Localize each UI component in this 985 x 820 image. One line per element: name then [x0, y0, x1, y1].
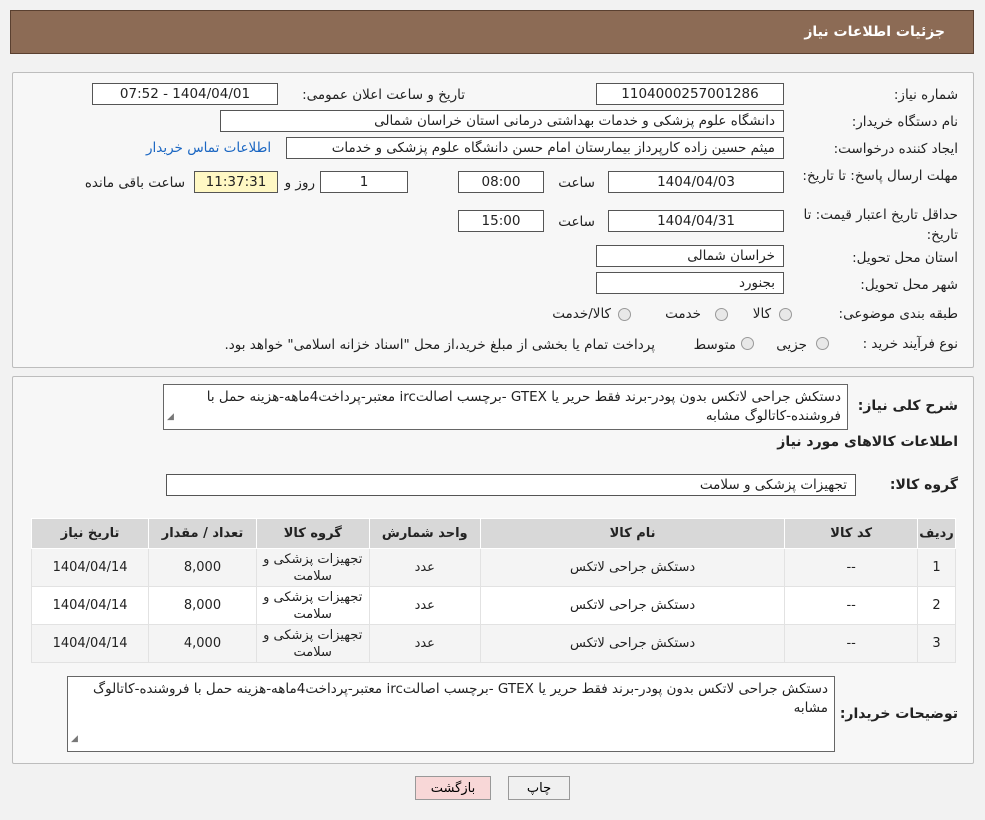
cell-row-number: 3 — [917, 624, 956, 663]
deadline-time-field: 08:00 — [458, 171, 544, 193]
category-radio-goods-service[interactable] — [618, 308, 631, 321]
cell-item-name: دستکش جراحی لاتکس — [479, 548, 786, 587]
cell-item-code: -- — [784, 586, 919, 625]
requester-field: میثم حسین زاده کارپرداز بیمارستان امام ح… — [286, 137, 784, 159]
announce-date-label: تاریخ و ساعت اعلان عمومی: — [302, 87, 465, 103]
requester-label: ایجاد کننده درخواست: — [833, 141, 958, 157]
need-summary-label: شرح کلی نیاز: — [857, 398, 958, 414]
buyer-notes-text: دستکش جراحی لاتکس بدون پودر-برند فقط حری… — [93, 681, 828, 716]
cell-item-group: تجهیزات پزشکی و سلامت — [255, 548, 370, 587]
cell-unit: عدد — [368, 624, 481, 663]
announce-date-field: 1404/04/01 - 07:52 — [92, 83, 278, 105]
price-validity-time-field: 15:00 — [458, 210, 544, 232]
price-validity-date-field: 1404/04/31 — [608, 210, 784, 232]
buyer-org-field: دانشگاه علوم پزشکی و خدمات بهداشتی درمان… — [220, 110, 784, 132]
purchase-type-label: نوع فرآیند خرید : — [862, 336, 958, 352]
purchase-option-minor: جزیی — [776, 337, 807, 353]
items-table: ردیف کد کالا نام کالا واحد شمارش گروه کا… — [30, 518, 956, 663]
cell-unit: عدد — [368, 548, 481, 587]
purchase-note: پرداخت تمام یا بخشی از مبلغ خرید،از محل … — [224, 337, 655, 353]
cell-item-code: -- — [784, 548, 919, 587]
need-number-field: 1104000257001286 — [596, 83, 784, 105]
cell-item-group: تجهیزات پزشکی و سلامت — [255, 624, 370, 663]
buyer-org-label: نام دستگاه خریدار: — [851, 114, 958, 130]
col-quantity: تعداد / مقدار — [148, 518, 257, 549]
days-label: روز و — [284, 175, 315, 191]
page-header: جزئیات اطلاعات نیاز — [10, 10, 974, 54]
col-unit: واحد شمارش — [368, 518, 481, 549]
remaining-label: ساعت باقی مانده — [84, 175, 185, 191]
cell-item-group: تجهیزات پزشکی و سلامت — [255, 586, 370, 625]
goods-group-field: تجهیزات پزشکی و سلامت — [166, 474, 856, 496]
cell-quantity: 8,000 — [148, 548, 257, 587]
buyer-contact-link[interactable]: اطلاعات تماس خریدار — [146, 140, 271, 156]
need-summary-text: دستکش جراحی لاتکس بدون پودر-برند فقط حری… — [206, 389, 841, 424]
print-button[interactable]: چاپ — [508, 776, 570, 800]
goods-group-label: گروه کالا: — [889, 477, 958, 493]
deadline-label: مهلت ارسال پاسخ: تا تاریخ: — [802, 168, 958, 184]
col-item-name: نام کالا — [479, 518, 786, 549]
city-label: شهر محل تحویل: — [860, 277, 958, 293]
cell-row-number: 2 — [917, 586, 956, 625]
resize-handle-icon[interactable]: ◢ — [71, 730, 78, 749]
items-table-header: ردیف کد کالا نام کالا واحد شمارش گروه کا… — [30, 518, 956, 549]
cell-need-date: 1404/04/14 — [30, 586, 150, 625]
buyer-notes-label: توضیحات خریدار: — [839, 706, 958, 722]
col-item-code: کد کالا — [784, 518, 919, 549]
province-label: استان محل تحویل: — [852, 250, 958, 266]
purchase-radio-minor[interactable] — [816, 337, 829, 350]
items-section-title: اطلاعات کالاهای مورد نیاز — [777, 434, 958, 450]
purchase-radio-medium[interactable] — [741, 337, 754, 350]
cell-unit: عدد — [368, 586, 481, 625]
category-radio-goods[interactable] — [779, 308, 792, 321]
category-label: طبقه بندی موضوعی: — [838, 306, 958, 322]
table-row: 1 -- دستکش جراحی لاتکس عدد تجهیزات پزشکی… — [30, 548, 956, 587]
buyer-notes-field: دستکش جراحی لاتکس بدون پودر-برند فقط حری… — [67, 676, 835, 752]
category-option-goods: کالا — [752, 306, 771, 322]
remaining-days-field: 1 — [320, 171, 408, 193]
page-title: جزئیات اطلاعات نیاز — [804, 24, 945, 40]
table-row: 3 -- دستکش جراحی لاتکس عدد تجهیزات پزشکی… — [30, 624, 956, 663]
deadline-time-label: ساعت — [558, 175, 595, 191]
cell-item-name: دستکش جراحی لاتکس — [479, 624, 786, 663]
col-row-number: ردیف — [917, 518, 956, 549]
purchase-option-medium: متوسط — [693, 337, 736, 353]
remaining-time-field: 11:37:31 — [194, 171, 278, 193]
category-option-service: خدمت — [665, 306, 701, 322]
cell-item-code: -- — [784, 624, 919, 663]
category-radio-service[interactable] — [715, 308, 728, 321]
category-option-goods-service: کالا/خدمت — [552, 306, 611, 322]
price-validity-label: حداقل تاریخ اعتبار قیمت: تا تاریخ: — [803, 207, 958, 243]
need-number-label: شماره نیاز: — [893, 87, 958, 103]
back-button[interactable]: بازگشت — [415, 776, 491, 800]
cell-need-date: 1404/04/14 — [30, 624, 150, 663]
need-summary-field: دستکش جراحی لاتکس بدون پودر-برند فقط حری… — [163, 384, 848, 430]
col-item-group: گروه کالا — [255, 518, 370, 549]
deadline-date-field: 1404/04/03 — [608, 171, 784, 193]
cell-quantity: 8,000 — [148, 586, 257, 625]
cell-need-date: 1404/04/14 — [30, 548, 150, 587]
table-row: 2 -- دستکش جراحی لاتکس عدد تجهیزات پزشکی… — [30, 586, 956, 625]
col-need-date: تاریخ نیاز — [30, 518, 150, 549]
city-field: بجنورد — [596, 272, 784, 294]
cell-quantity: 4,000 — [148, 624, 257, 663]
cell-row-number: 1 — [917, 548, 956, 587]
province-field: خراسان شمالی — [596, 245, 784, 267]
cell-item-name: دستکش جراحی لاتکس — [479, 586, 786, 625]
resize-handle-icon[interactable]: ◢ — [167, 408, 174, 427]
price-validity-time-label: ساعت — [558, 214, 595, 230]
